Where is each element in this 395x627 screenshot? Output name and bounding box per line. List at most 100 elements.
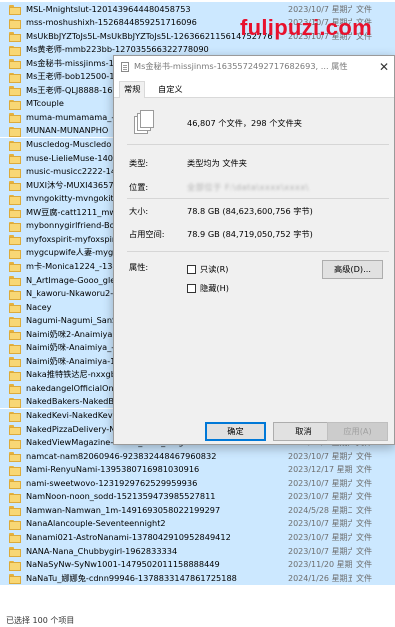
general-tab-pane: 46,807 个文件，298 个文件夹 类型: 类型均为 文件夹 位置: 全部位…: [114, 98, 394, 444]
folder-icon: [9, 289, 21, 300]
type-label: 类型:: [129, 158, 149, 168]
file-name: NaNaSyNw-SyNw1001-1479502011158888449: [26, 559, 220, 570]
file-type: 文件: [356, 451, 372, 461]
file-type: 文件: [356, 492, 372, 502]
file-row[interactable]: Nanami021-AstroNanami-137804291095284941…: [0, 530, 395, 544]
folder-icon: [9, 357, 21, 368]
folder-icon: [9, 465, 21, 476]
folder-icon: [9, 5, 21, 15]
file-name: NamNoon-noon_sodd-1521359473985527811: [26, 491, 216, 502]
ok-button[interactable]: 确定: [205, 422, 266, 441]
folder-icon: [9, 235, 21, 246]
location-value: 全部位于 F:\data\xxxx\xxxx\: [187, 182, 309, 192]
folder-icon: [9, 384, 21, 395]
folder-icon: [9, 506, 21, 517]
file-row[interactable]: NamNoon-noon_sodd-1521359473985527811 202…: [0, 489, 395, 504]
status-bar: 已选择 100 个项目: [0, 615, 395, 627]
folder-icon: [9, 560, 21, 571]
file-type: 文件: [356, 465, 372, 475]
tab-general[interactable]: 常规: [119, 81, 146, 99]
type-value: 类型均为 文件夹: [187, 158, 247, 168]
readonly-label: 只读(R): [200, 264, 229, 274]
checkbox-box[interactable]: [187, 284, 196, 293]
folder-icon: [9, 452, 21, 463]
folder-icon: [9, 99, 21, 110]
file-row[interactable]: MSL-Mnightslut-1201439644480458753 2023/1…: [0, 2, 395, 16]
file-name: nami-sweetwovo-1231929762529959936: [26, 477, 198, 488]
cancel-button[interactable]: 取消: [273, 422, 334, 441]
file-date: 2023/10/7 星期六 15:...: [288, 4, 352, 14]
file-date: 2023/11/20 星期一 9:...: [288, 560, 352, 570]
file-date: 2023/12/17 星期日 2:...: [288, 465, 352, 475]
file-name: Nami-RenyuNami-1395380716981030916: [26, 464, 200, 475]
folder-icon: [9, 208, 21, 219]
folder-icon: [9, 32, 21, 43]
file-name: MSL-Mnightslut-1201439644480458753: [26, 3, 191, 14]
folder-icon: [9, 547, 21, 557]
apply-button[interactable]: 应用(A): [327, 422, 388, 441]
file-row[interactable]: NanaAlancouple-Seventeennight2 2023/10/7 …: [0, 516, 395, 531]
folder-icon: [9, 86, 21, 97]
folder-icon: [9, 438, 21, 449]
folder-icon: [9, 492, 21, 503]
folder-icon: [9, 59, 21, 70]
file-type: 文件: [356, 532, 372, 542]
divider: [127, 251, 389, 252]
folder-icon: [9, 45, 21, 56]
file-row[interactable]: NaNaTu_娜娜兔-cdnn99946-1378833147861725188…: [0, 571, 395, 585]
folder-icon: [9, 154, 21, 165]
file-date: 2024/5/28 星期二 3:...: [288, 505, 352, 515]
folder-icon: [9, 167, 21, 178]
dialog-title: Ms金秘书-missjinms-1635572492717682693, ...…: [134, 61, 348, 71]
file-type: 文件: [356, 505, 372, 515]
file-type: 文件: [356, 4, 372, 14]
file-count-text: 46,807 个文件，298 个文件夹: [187, 118, 302, 128]
folder-icon: [9, 303, 21, 314]
tab-custom[interactable]: 自定义: [154, 82, 187, 98]
file-name: Nanami021-AstroNanami-137804291095284941…: [26, 531, 231, 542]
file-type: 文件: [356, 519, 372, 529]
folder-icon: [9, 221, 21, 232]
file-row[interactable]: NaNaSyNw-SyNw1001-1479502011158888449 202…: [0, 557, 395, 572]
file-date: 2024/1/26 星期五 1:...: [288, 573, 352, 583]
dialog-title-bar[interactable]: Ms金秘书-missjinms-1635572492717682693, ...…: [114, 56, 394, 78]
folder-icon: [9, 113, 21, 124]
folder-icon: [9, 330, 21, 341]
folder-icon: [9, 533, 21, 544]
file-type: 文件: [356, 573, 372, 583]
folder-icon: [9, 397, 21, 408]
divider: [127, 198, 389, 199]
file-date: 2023/10/7 星期六 15:...: [288, 532, 352, 542]
folder-icon: [9, 18, 21, 29]
folder-icon: [9, 316, 21, 327]
file-row[interactable]: nami-sweetwovo-1231929762529959936 2023/1…: [0, 476, 395, 490]
folder-icon: [9, 370, 21, 381]
attributes-label: 属性:: [129, 262, 149, 272]
folder-icon: [9, 194, 21, 205]
file-date: 2023/10/7 星期六 15:...: [288, 492, 352, 502]
folder-icon: [9, 262, 21, 273]
watermark-text: fulipuzi.com: [240, 15, 372, 40]
folder-icon: [9, 425, 21, 436]
folder-icon: [9, 519, 21, 530]
file-name: NaNaTu_娜娜兔-cdnn99946-1378833147861725188: [26, 572, 237, 583]
file-row[interactable]: namcat-nam82060946-923832448467960832 202…: [0, 449, 395, 463]
folder-icon: [9, 140, 21, 151]
folder-icon: [9, 72, 21, 83]
file-date: 2023/10/7 星期六 15:...: [288, 519, 352, 529]
status-text: 已选择 100 个项目: [6, 616, 75, 625]
checkbox-box[interactable]: [187, 265, 196, 274]
close-icon[interactable]: ✕: [376, 59, 392, 75]
multiple-files-icon: [134, 110, 156, 134]
size-value: 78.8 GB (84,623,600,756 字节): [187, 206, 313, 216]
folder-icon: [9, 126, 21, 137]
file-row[interactable]: Nami-RenyuNami-1395380716981030916 2023/1…: [0, 462, 395, 477]
hidden-label: 隐藏(H): [200, 283, 229, 293]
file-name: NanaAlancouple-Seventeennight2: [26, 518, 166, 529]
file-row[interactable]: Namwan-Namwan_1m-1491693058022199297 2024…: [0, 503, 395, 517]
folder-icon: [9, 411, 21, 422]
disk-size-value: 78.9 GB (84,719,050,752 字节): [187, 229, 313, 239]
folder-icon: [9, 343, 21, 354]
file-row[interactable]: NANA-Nana_Chubbygirl-1962833334 2023/10/7…: [0, 544, 395, 558]
advanced-button[interactable]: 高级(D)...: [322, 260, 383, 279]
